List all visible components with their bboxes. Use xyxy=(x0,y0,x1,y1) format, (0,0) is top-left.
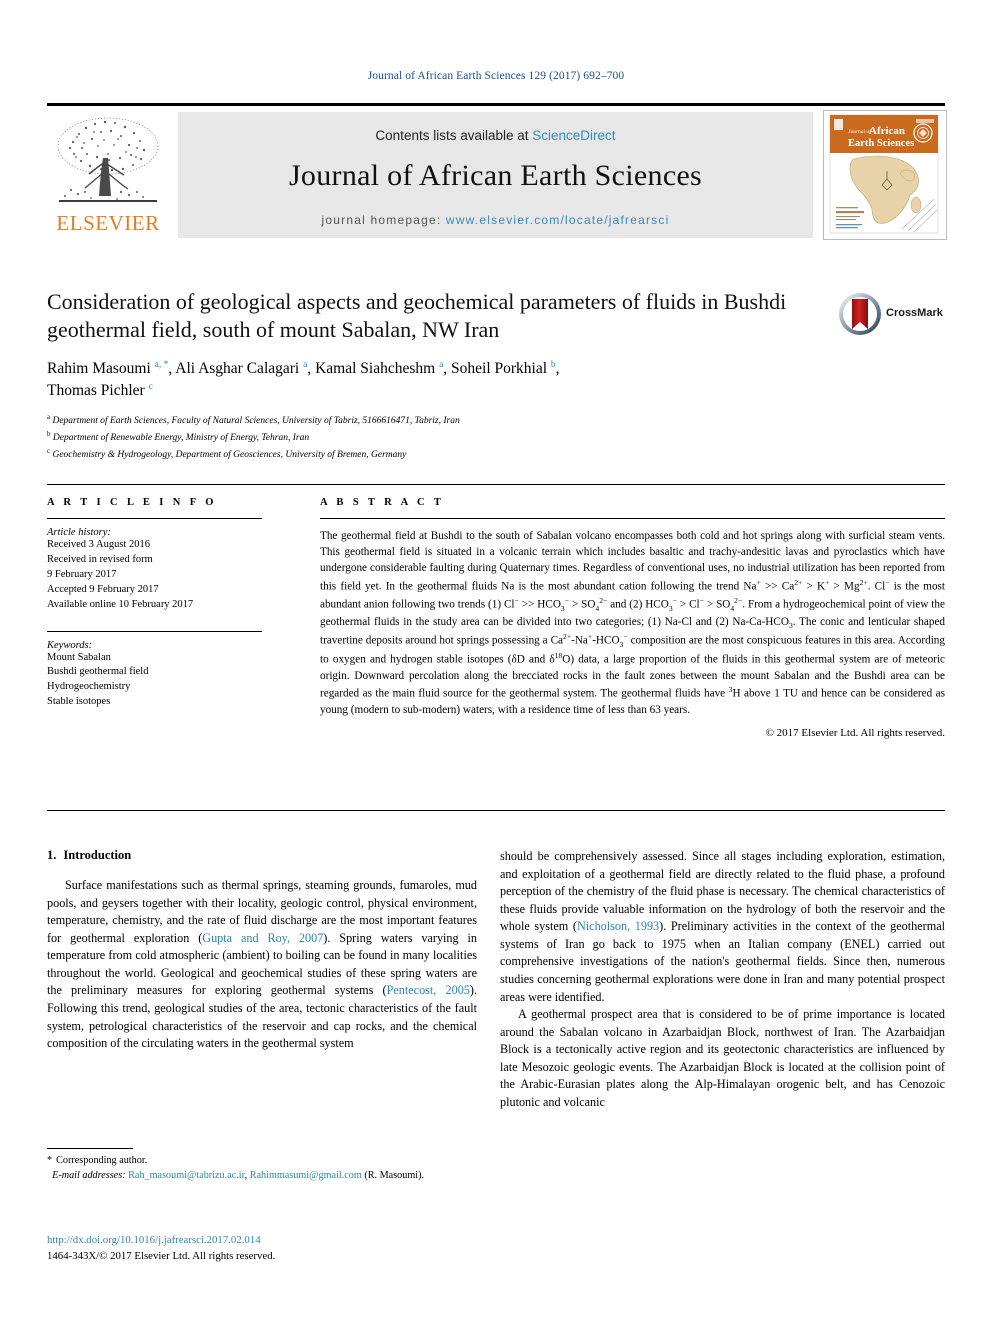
running-head: Journal of African Earth Sciences 129 (2… xyxy=(367,70,625,82)
crossmark-label: CrossMark xyxy=(886,307,943,319)
contents-prefix: Contents lists available at xyxy=(375,128,529,143)
intro-paragraph-left: Surface manifestations such as thermal s… xyxy=(47,877,477,1053)
crossmark-badge-icon xyxy=(839,293,881,335)
section-number: 1. xyxy=(47,848,57,862)
abstract-heading: A B S T R A C T xyxy=(320,497,445,508)
abstract-bottom-divider xyxy=(47,810,945,811)
title-block: Consideration of geological aspects and … xyxy=(47,288,837,344)
svg-text:Earth Sciences: Earth Sciences xyxy=(848,138,914,149)
history-item: Available online 10 February 2017 xyxy=(47,598,194,610)
citation-link[interactable]: Nicholson, 1993 xyxy=(577,919,659,933)
journal-article-page: Journal of African Earth Sciences 129 (2… xyxy=(0,0,992,1323)
keyword-item: Stable isotopes xyxy=(47,696,111,708)
affiliation-item: b Department of Renewable Energy, Minist… xyxy=(47,429,747,446)
contents-available-line: Contents lists available at ScienceDirec… xyxy=(178,128,813,143)
affiliation-item: a Department of Earth Sciences, Faculty … xyxy=(47,412,747,429)
article-history-label: Article history: xyxy=(47,527,111,538)
abstract-seg: . Cl xyxy=(867,580,886,593)
intro-paragraph-right-1: should be comprehensively assessed. Sinc… xyxy=(500,848,945,1006)
history-item: Accepted 9 February 2017 xyxy=(47,583,159,595)
affiliation-text: Department of Earth Sciences, Faculty of… xyxy=(52,416,460,427)
email-line: E-mail addresses: Rah_masoumi@tabrizu.ac… xyxy=(47,1169,487,1184)
history-item: 9 February 2017 xyxy=(47,568,117,580)
abstract-seg: > SO xyxy=(703,598,731,611)
journal-homepage-line: journal homepage: www.elsevier.com/locat… xyxy=(178,213,813,227)
email-link-1[interactable]: Rah_masoumi@tabrizu.ac.ir xyxy=(128,1170,244,1181)
abstract-text: The geothermal field at Bushdi to the so… xyxy=(320,530,946,717)
affiliation-item: c Geochemistry & Hydrogeology, Departmen… xyxy=(47,446,747,463)
abstract-seg: -Na xyxy=(571,634,588,647)
author-mark: b xyxy=(550,359,556,370)
corresponding-author-text: Corresponding author. xyxy=(56,1155,148,1166)
issn-copyright-line: 1464-343X/© 2017 Elsevier Ltd. All right… xyxy=(47,1250,276,1263)
author-mark: a xyxy=(303,359,308,370)
abstract-seg: -HCO xyxy=(592,634,620,647)
affiliation-mark: b xyxy=(47,429,51,438)
sciencedirect-link[interactable]: ScienceDirect xyxy=(532,128,615,143)
abstract-seg: and (2) HCO xyxy=(607,598,669,611)
abstract-seg: > K xyxy=(802,580,826,593)
affiliation-mark: c xyxy=(47,446,51,455)
affiliation-text: Geochemistry & Hydrogeology, Department … xyxy=(52,449,407,460)
section-title: Introduction xyxy=(63,848,132,862)
email-separator: , xyxy=(244,1169,248,1181)
keyword-item: Mount Sabalan xyxy=(47,651,111,663)
email-owner: (R. Masoumi). xyxy=(364,1169,425,1181)
asterisk-icon: * xyxy=(47,1155,53,1166)
journal-cover-thumbnail: Journal of African Earth Sciences xyxy=(823,110,947,240)
body-column-left: 1. Introduction Surface manifestations su… xyxy=(47,848,477,1053)
citation-link[interactable]: Pentecost, 2005 xyxy=(387,983,470,997)
footnote-block: * Corresponding author. E-mail addresses:… xyxy=(47,1154,487,1184)
elsevier-logo: ELSEVIER xyxy=(47,112,169,238)
page-title: Consideration of geological aspects and … xyxy=(47,289,787,343)
homepage-prefix: journal homepage: xyxy=(321,213,442,227)
history-item: Received 3 August 2016 xyxy=(47,539,150,550)
abstract-seg: >> HCO xyxy=(518,598,561,611)
affiliation-mark: a xyxy=(47,413,51,421)
author-mark: a, * xyxy=(154,359,169,370)
abstract-copyright: © 2017 Elsevier Ltd. All rights reserved… xyxy=(765,727,945,740)
doi-link[interactable]: http://dx.doi.org/10.1016/j.jafrearsci.2… xyxy=(47,1232,487,1248)
keyword-item: Hydrogeochemistry xyxy=(47,681,131,693)
elsevier-tree-icon xyxy=(57,117,159,202)
article-info-block: A R T I C L E I N F O Article history: R… xyxy=(47,497,262,710)
abstract-block: A B S T R A C T The geothermal field at … xyxy=(320,497,945,739)
abstract-seg: > Mg xyxy=(829,580,860,593)
author-mark: a xyxy=(439,359,444,370)
elsevier-wordmark: ELSEVIER xyxy=(56,211,160,235)
author-list: Rahim Masoumi a, *, Ali Asghar Calagari … xyxy=(47,359,560,400)
history-item: Received in revised form xyxy=(47,553,153,565)
abstract-rule xyxy=(320,518,945,519)
footnote-divider xyxy=(47,1148,133,1149)
body-column-right: should be comprehensively assessed. Sinc… xyxy=(500,848,945,1111)
crossmark-logo[interactable]: CrossMark xyxy=(838,292,946,340)
doi-block: http://dx.doi.org/10.1016/j.jafrearsci.2… xyxy=(47,1232,487,1264)
svg-text:African: African xyxy=(869,125,905,137)
abstract-seg: >> Ca xyxy=(760,580,795,593)
homepage-url-link[interactable]: www.elsevier.com/locate/jafrearsci xyxy=(446,213,670,227)
article-info-rule xyxy=(47,518,262,519)
abstract-seg: > Cl xyxy=(676,598,700,611)
intro-paragraph-right-2: A geothermal prospect area that is consi… xyxy=(500,1007,945,1109)
citation-link[interactable]: Gupta and Roy, 2007 xyxy=(202,931,323,945)
email-label: E-mail addresses: xyxy=(52,1169,126,1181)
journal-cover-image: Journal of African Earth Sciences xyxy=(824,111,944,237)
affiliation-list: a Department of Earth Sciences, Faculty … xyxy=(47,412,747,463)
journal-title: Journal of African Earth Sciences xyxy=(288,159,703,192)
section-heading-introduction: 1. Introduction xyxy=(47,848,477,863)
abstract-seg: > SO xyxy=(569,598,596,611)
info-divider xyxy=(47,484,945,485)
keyword-item: Bushdi geothermal field xyxy=(47,666,149,678)
affiliation-text: Department of Renewable Energy, Ministry… xyxy=(52,433,310,444)
email-link-2[interactable]: Rahimmasumi@gmail.com xyxy=(250,1170,362,1181)
journal-banner: Contents lists available at ScienceDirec… xyxy=(178,112,813,238)
corresponding-author-line: * Corresponding author. xyxy=(47,1154,487,1169)
article-info-heading: A R T I C L E I N F O xyxy=(47,497,217,508)
keywords-label: Keywords: xyxy=(47,639,93,651)
author-mark: c xyxy=(148,382,153,393)
keywords-rule xyxy=(47,630,262,632)
journal-masthead: ELSEVIER Contents lists available at Sci… xyxy=(47,103,947,240)
